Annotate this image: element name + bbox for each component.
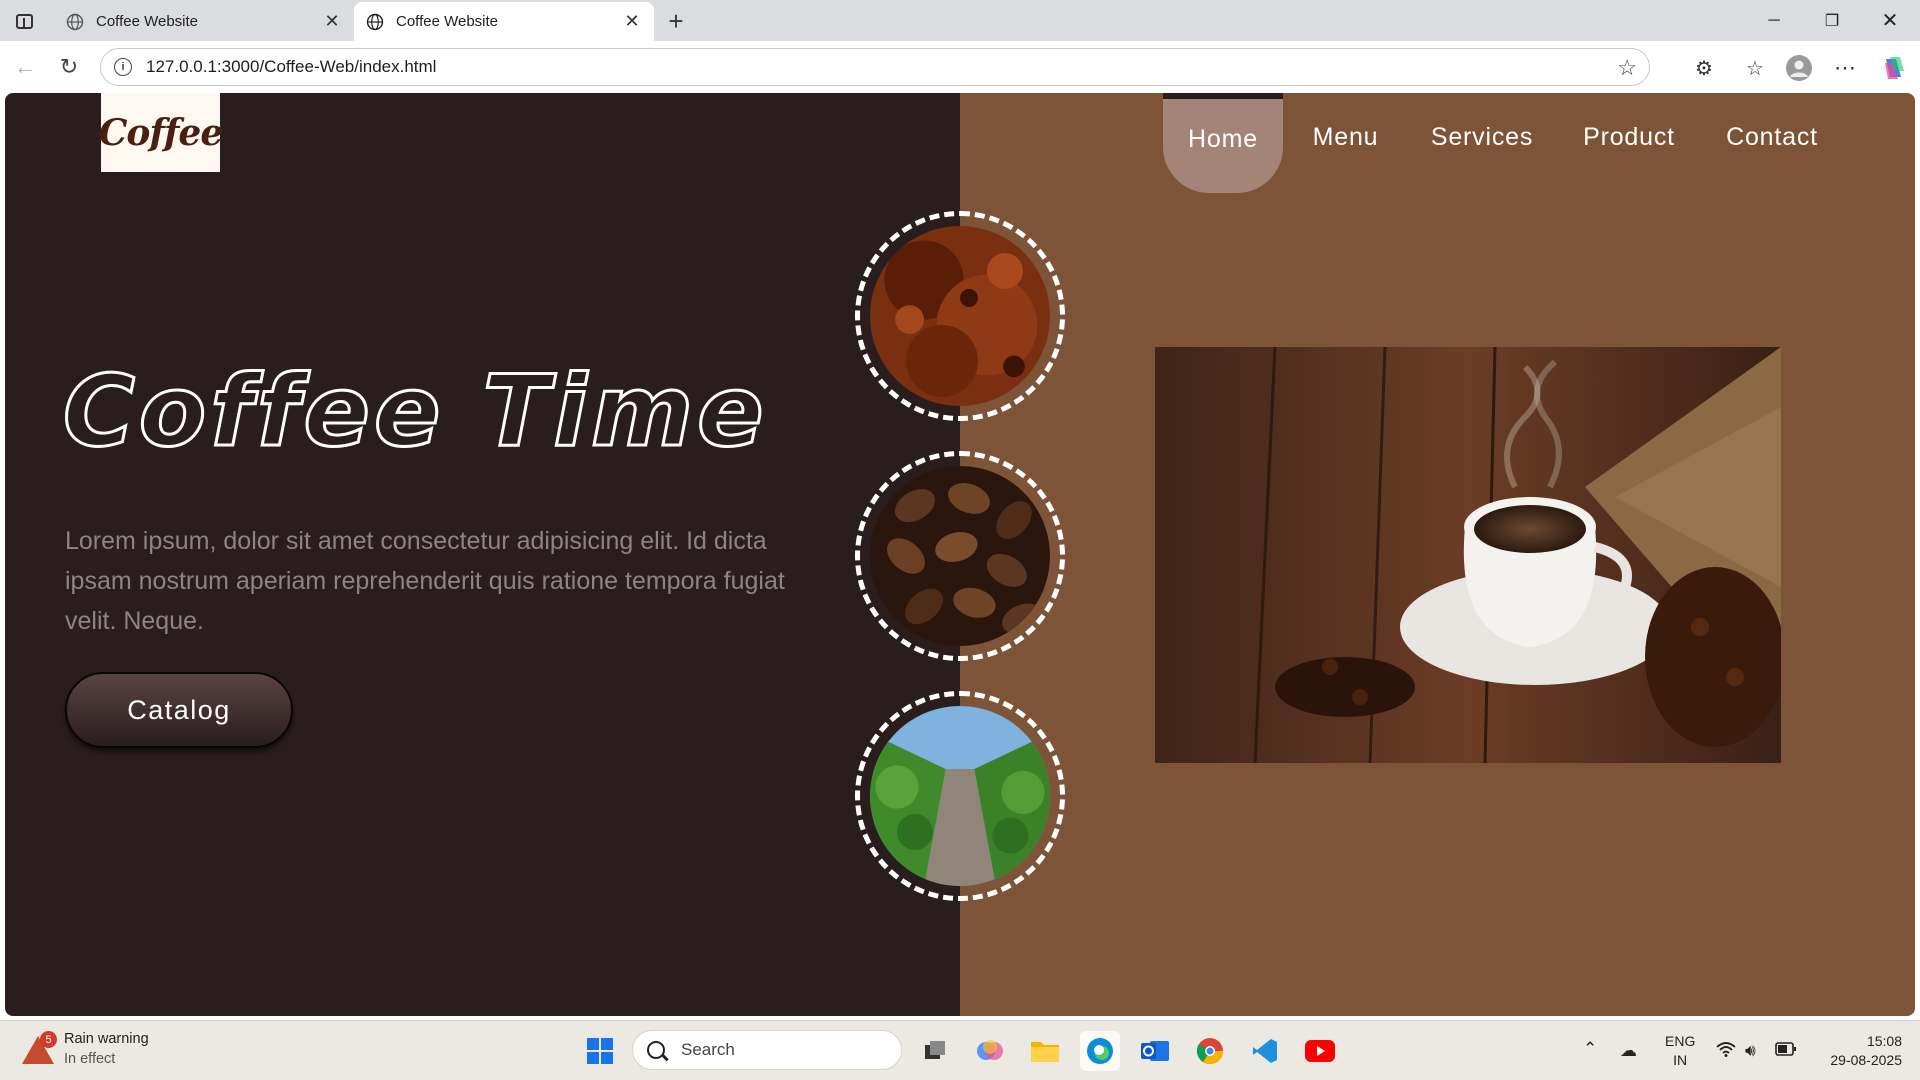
rain-warning-icon: 5 <box>22 1031 57 1065</box>
minimize-icon[interactable]: ─ <box>1745 0 1803 41</box>
weather-widget[interactable]: 5 Rain warning In effect <box>22 1029 149 1069</box>
site-logo[interactable]: Coffee <box>99 93 223 177</box>
chevron-up-icon[interactable]: ⌃ <box>1583 1039 1597 1059</box>
coffee-plantation-thumbnail[interactable] <box>855 691 1065 901</box>
taskbar-search[interactable]: Search <box>632 1030 902 1070</box>
coffee-cup-photo <box>1155 347 1781 763</box>
clock[interactable]: 15:08 29-08-2025 <box>1812 1032 1902 1070</box>
copilot-app-icon[interactable] <box>970 1031 1010 1071</box>
nav-home[interactable]: Home <box>1163 93 1283 193</box>
close-window-icon[interactable]: ✕ <box>1861 0 1919 41</box>
new-tab-button[interactable]: + <box>662 6 690 36</box>
url-field[interactable]: i 127.0.0.1:3000/Coffee-Web/index.html ☆ <box>100 48 1650 86</box>
weather-subtitle: In effect <box>64 1051 116 1067</box>
address-bar: ← ↻ i 127.0.0.1:3000/Coffee-Web/index.ht… <box>0 41 1920 93</box>
close-tab-icon[interactable]: ✕ <box>322 11 342 32</box>
youtube-icon[interactable] <box>1300 1031 1340 1071</box>
globe-icon <box>366 13 384 31</box>
extensions-icon[interactable]: ⚙ <box>1689 53 1719 83</box>
nav-services[interactable]: Services <box>1408 93 1556 193</box>
wifi-icon[interactable] <box>1716 1041 1736 1062</box>
tab-actions-icon[interactable] <box>12 9 36 33</box>
coffee-beans-thumbnail[interactable] <box>855 451 1065 661</box>
tab-title: Coffee Website <box>96 13 199 30</box>
weather-title: Rain warning <box>64 1031 149 1047</box>
favorites-icon[interactable]: ☆ <box>1740 53 1770 83</box>
close-tab-icon[interactable]: ✕ <box>622 11 642 32</box>
globe-icon <box>66 13 84 31</box>
task-view-icon[interactable] <box>915 1031 955 1071</box>
site-info-icon[interactable]: i <box>114 58 132 76</box>
chrome-icon[interactable] <box>1190 1031 1230 1071</box>
ground-coffee-thumbnail[interactable] <box>855 211 1065 421</box>
weather-badge: 5 <box>40 1031 57 1048</box>
tab-title: Coffee Website <box>396 13 499 30</box>
catalog-button[interactable]: Catalog <box>65 672 293 748</box>
file-explorer-icon[interactable] <box>1025 1031 1065 1071</box>
search-label: Search <box>681 1040 735 1059</box>
reload-icon[interactable]: ↻ <box>54 52 84 82</box>
nav-contact[interactable]: Contact <box>1702 93 1842 193</box>
back-arrow-icon[interactable]: ← <box>10 52 40 82</box>
nav-product[interactable]: Product <box>1556 93 1702 193</box>
windows-taskbar: 5 Rain warning In effect Search ⌃ ☁ ENG <box>0 1020 1920 1080</box>
main-nav: Home Menu Services Product Contact <box>1163 93 1842 193</box>
copilot-icon[interactable] <box>1878 53 1908 83</box>
hero-description: Lorem ipsum, dolor sit amet consectetur … <box>65 527 785 635</box>
web-page: Coffee Home Menu Services Product Contac… <box>5 93 1915 1016</box>
search-icon <box>647 1041 665 1059</box>
onedrive-icon[interactable]: ☁ <box>1620 1041 1637 1061</box>
outlook-icon[interactable] <box>1135 1031 1175 1071</box>
edge-browser-icon[interactable] <box>1080 1031 1120 1071</box>
browser-tab-2[interactable]: Coffee Website ✕ <box>354 2 654 41</box>
favorite-star-icon[interactable]: ☆ <box>1617 55 1637 81</box>
restore-icon[interactable]: ❐ <box>1803 0 1861 41</box>
profile-avatar-icon[interactable] <box>1784 53 1814 83</box>
browser-tab-bar: Coffee Website ✕ Coffee Website ✕ + ─ ❐ … <box>0 0 1920 41</box>
browser-tab-1[interactable]: Coffee Website ✕ <box>54 2 354 41</box>
nav-menu[interactable]: Menu <box>1283 93 1408 193</box>
url-text[interactable]: 127.0.0.1:3000/Coffee-Web/index.html <box>146 57 436 77</box>
windows-start-icon[interactable] <box>580 1031 620 1071</box>
battery-icon[interactable] <box>1775 1041 1797 1061</box>
more-menu-icon[interactable]: ⋯ <box>1830 53 1860 83</box>
hero-title: Coffee Time <box>62 354 768 471</box>
volume-icon[interactable]: 🔊︎ <box>1745 1041 1756 1061</box>
language-indicator[interactable]: ENG IN <box>1665 1032 1695 1070</box>
vscode-icon[interactable] <box>1245 1031 1285 1071</box>
